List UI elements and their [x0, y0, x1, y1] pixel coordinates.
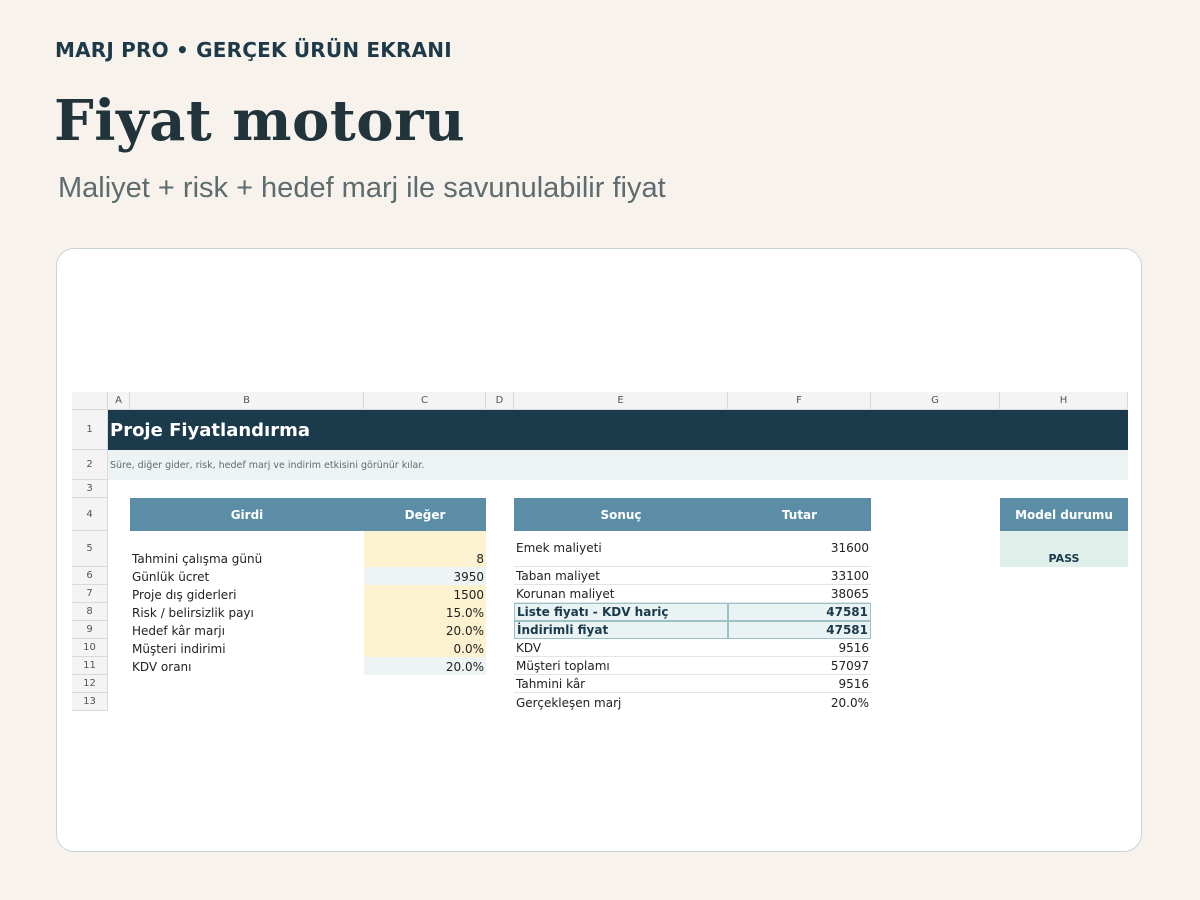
- row-header[interactable]: 1: [72, 410, 108, 450]
- input-label[interactable]: Risk / belirsizlik payı: [130, 603, 364, 621]
- result-value[interactable]: 31600: [728, 531, 871, 567]
- row-header[interactable]: 5: [72, 531, 108, 567]
- result-value[interactable]: 33100: [728, 567, 871, 585]
- input-value[interactable]: 0.0%: [364, 639, 486, 657]
- row-header[interactable]: 8: [72, 603, 108, 621]
- results-header-label[interactable]: Sonuç: [514, 498, 728, 531]
- row-header[interactable]: 13: [72, 693, 108, 711]
- eyebrow-label: MARJ PRO • GERÇEK ÜRÜN EKRANI: [55, 38, 452, 62]
- input-value[interactable]: 20.0%: [364, 657, 486, 675]
- result-value[interactable]: 20.0%: [728, 693, 871, 711]
- result-label[interactable]: Müşteri toplamı: [514, 657, 728, 675]
- inputs-header-label[interactable]: Girdi: [130, 498, 364, 531]
- input-value[interactable]: 8: [364, 531, 486, 567]
- result-label-highlight[interactable]: Liste fiyatı - KDV hariç: [514, 603, 728, 621]
- page-title: Fiyat motoru: [54, 88, 466, 154]
- row-header[interactable]: 10: [72, 639, 108, 657]
- input-value[interactable]: 3950: [364, 567, 486, 585]
- result-label[interactable]: Taban maliyet: [514, 567, 728, 585]
- input-value[interactable]: 20.0%: [364, 621, 486, 639]
- sheet-corner[interactable]: [72, 392, 108, 410]
- input-label[interactable]: Proje dış giderleri: [130, 585, 364, 603]
- column-header[interactable]: F: [728, 392, 871, 410]
- result-value[interactable]: 9516: [728, 639, 871, 657]
- result-value[interactable]: 9516: [728, 675, 871, 693]
- column-header[interactable]: B: [130, 392, 364, 410]
- row-header[interactable]: 9: [72, 621, 108, 639]
- result-label[interactable]: Emek maliyeti: [514, 531, 728, 567]
- result-value[interactable]: 57097: [728, 657, 871, 675]
- result-value[interactable]: 38065: [728, 585, 871, 603]
- result-label-highlight[interactable]: İndirimli fiyat: [514, 621, 728, 639]
- row-header[interactable]: 12: [72, 675, 108, 693]
- column-header[interactable]: E: [514, 392, 728, 410]
- result-label[interactable]: Tahmini kâr: [514, 675, 728, 693]
- result-value-highlight[interactable]: 47581: [728, 603, 871, 621]
- result-label[interactable]: Korunan maliyet: [514, 585, 728, 603]
- row-header[interactable]: 11: [72, 657, 108, 675]
- sheet-title[interactable]: Proje Fiyatlandırma: [108, 410, 1128, 450]
- input-label[interactable]: Müşteri indirimi: [130, 639, 364, 657]
- status-badge[interactable]: PASS: [1000, 531, 1128, 567]
- column-header[interactable]: D: [486, 392, 514, 410]
- row-header[interactable]: 7: [72, 585, 108, 603]
- row-header[interactable]: 4: [72, 498, 108, 531]
- input-label[interactable]: Günlük ücret: [130, 567, 364, 585]
- input-label[interactable]: KDV oranı: [130, 657, 364, 675]
- input-label[interactable]: Hedef kâr marjı: [130, 621, 364, 639]
- input-label[interactable]: Tahmini çalışma günü: [130, 531, 364, 567]
- input-value[interactable]: 15.0%: [364, 603, 486, 621]
- input-value[interactable]: 1500: [364, 585, 486, 603]
- results-header-value[interactable]: Tutar: [728, 498, 871, 531]
- column-header[interactable]: G: [871, 392, 1000, 410]
- result-label[interactable]: Gerçekleşen marj: [514, 693, 728, 711]
- page-subtitle: Maliyet + risk + hedef marj ile savunula…: [58, 172, 666, 204]
- column-header[interactable]: A: [108, 392, 130, 410]
- row-header[interactable]: 6: [72, 567, 108, 585]
- inputs-header-value[interactable]: Değer: [364, 498, 486, 531]
- row-header[interactable]: 2: [72, 450, 108, 480]
- result-value-highlight[interactable]: 47581: [728, 621, 871, 639]
- status-header[interactable]: Model durumu: [1000, 498, 1128, 531]
- sheet-note[interactable]: Süre, diğer gider, risk, hedef marj ve i…: [108, 450, 1128, 480]
- column-header[interactable]: C: [364, 392, 486, 410]
- row-header[interactable]: 3: [72, 480, 108, 498]
- result-label[interactable]: KDV: [514, 639, 728, 657]
- spreadsheet: A B C D E F G H 1 2 3 4 5 6 7 8 9 10 11 …: [72, 392, 1128, 712]
- column-header[interactable]: H: [1000, 392, 1128, 410]
